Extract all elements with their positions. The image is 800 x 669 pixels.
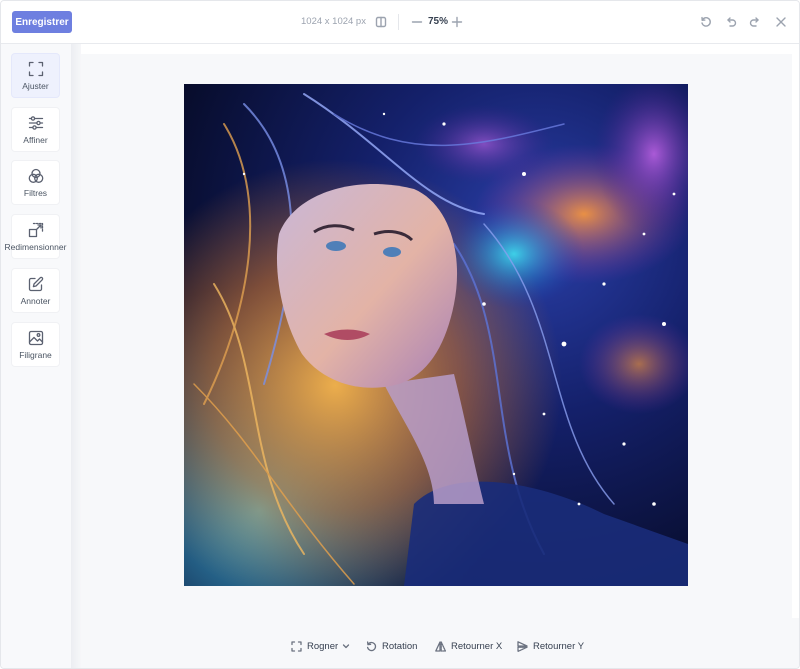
sliders-icon: [28, 116, 43, 130]
toolbar-divider: [398, 14, 399, 30]
crop-icon: [291, 640, 302, 652]
sidebar-divider: [71, 44, 81, 668]
resize-icon: [28, 222, 43, 238]
undo-icon[interactable]: [724, 15, 738, 29]
flip-vertical-icon: [517, 640, 528, 652]
tool-label: Filtres: [23, 188, 48, 198]
rotate-icon: [366, 640, 377, 651]
tool-affiner[interactable]: Affiner: [12, 108, 59, 151]
flip-x-button[interactable]: Retourner X: [435, 639, 502, 653]
tool-redimensionner[interactable]: Redimensionner: [5, 215, 66, 258]
redo-icon[interactable]: [748, 15, 762, 29]
close-icon[interactable]: [774, 15, 788, 29]
tool-filigrane[interactable]: Filigrane: [12, 323, 59, 366]
top-toolbar: Enregistrer 1024 x 1024 px 75%: [1, 1, 799, 44]
tool-label: Ajuster: [22, 81, 49, 91]
image-dimensions: 1024 x 1024 px: [301, 16, 366, 27]
flip-y-button[interactable]: Retourner Y: [517, 639, 584, 653]
crop-label: Rogner: [307, 640, 339, 652]
crop-button[interactable]: Rogner: [291, 639, 350, 653]
rotation-button[interactable]: Rotation: [366, 639, 417, 653]
rotation-label: Rotation: [382, 640, 418, 652]
fullscreen-icon: [28, 61, 43, 77]
zoom-out-icon[interactable]: [410, 15, 424, 29]
watermark-image-icon: [28, 330, 43, 346]
edit-icon: [28, 276, 43, 292]
cosmic-portrait-image: [184, 84, 688, 586]
tool-filtres[interactable]: Filtres: [12, 161, 59, 204]
filters-icon: [28, 168, 43, 183]
chevron-down-icon: [343, 644, 350, 649]
flip-y-label: Retourner Y: [533, 640, 585, 652]
tool-label: Redimensionner: [4, 242, 67, 252]
reset-icon[interactable]: [699, 15, 713, 29]
tool-label: Annoter: [20, 296, 51, 306]
tool-label: Affiner: [23, 135, 48, 145]
tool-label: Filigrane: [19, 350, 52, 360]
image-editor-window: Enregistrer 1024 x 1024 px 75% Ajuster A…: [0, 0, 800, 669]
save-button[interactable]: Enregistrer: [12, 11, 72, 33]
zoom-in-icon[interactable]: [450, 15, 464, 29]
flip-horizontal-icon: [435, 640, 446, 652]
zoom-level: 75%: [428, 16, 449, 27]
tool-annoter[interactable]: Annoter: [12, 269, 59, 312]
edited-image[interactable]: [184, 84, 688, 586]
tool-ajuster[interactable]: Ajuster: [12, 54, 59, 97]
flip-x-label: Retourner X: [451, 640, 503, 652]
compare-icon[interactable]: [374, 15, 388, 29]
